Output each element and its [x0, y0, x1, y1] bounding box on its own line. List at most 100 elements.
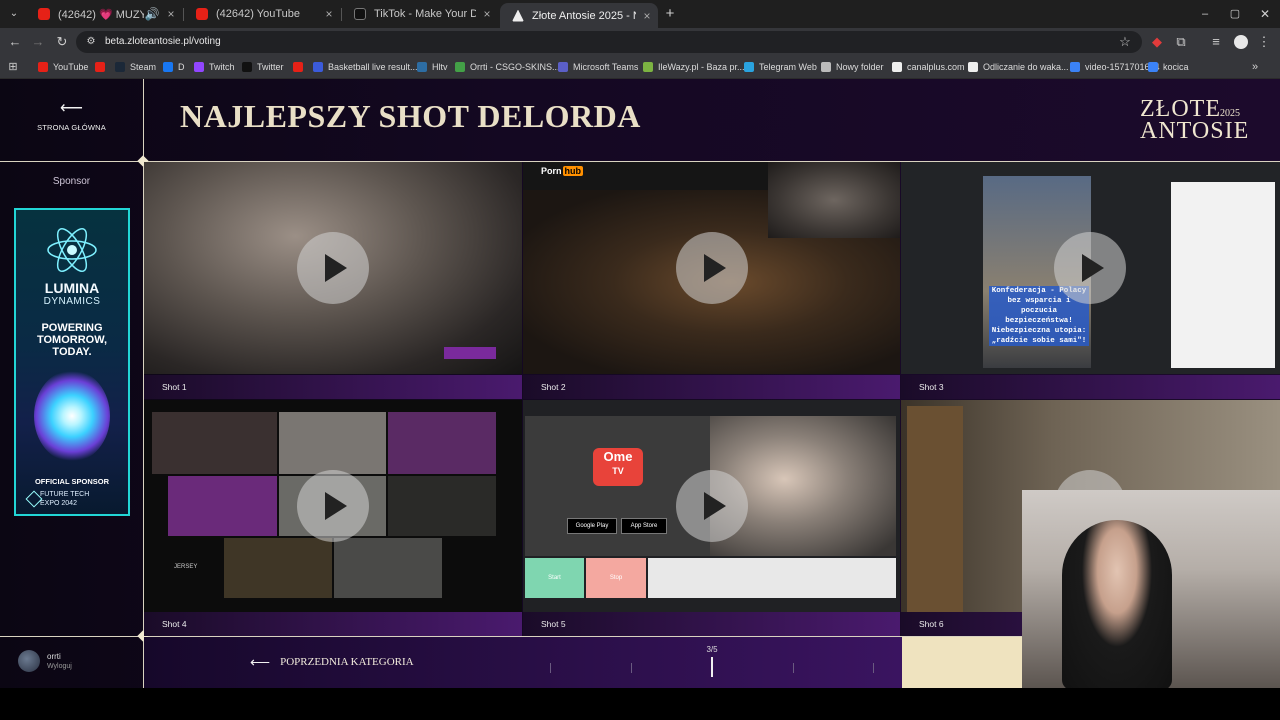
bookmark-label: D: [178, 62, 185, 72]
ad-expo-2: EXPO 2042: [40, 500, 77, 507]
shot-2-label[interactable]: Shot 2: [523, 375, 900, 399]
bookmark-item[interactable]: Twitch: [194, 56, 235, 78]
close-icon[interactable]: ×: [476, 7, 498, 21]
bookmark-item[interactable]: canalplus.com: [892, 56, 965, 78]
webcam-person: [1062, 520, 1172, 688]
progress-marker: [711, 657, 713, 677]
video-icon: [1070, 62, 1080, 72]
app-store-badge: App Store: [621, 518, 667, 534]
webcam-tile: [279, 412, 386, 474]
media-controls-icon[interactable]: ≡: [1207, 28, 1225, 56]
extensions-puzzle-icon[interactable]: ⧉: [1172, 28, 1190, 56]
bookmark-item[interactable]: [293, 56, 308, 78]
tab-search-icon[interactable]: ⌄: [4, 0, 24, 28]
play-icon[interactable]: [676, 470, 748, 542]
close-icon[interactable]: ×: [160, 7, 182, 21]
play-icon[interactable]: [297, 470, 369, 542]
arrow-left-icon: ⟵: [250, 653, 271, 670]
shot-thumb-detail: [444, 347, 496, 359]
more-bookmarks-icon[interactable]: »: [1248, 56, 1262, 78]
minimize-icon[interactable]: –: [1190, 0, 1220, 28]
progress-tick: [550, 663, 551, 673]
shot-5-label[interactable]: Shot 5: [523, 612, 900, 636]
profile-avatar[interactable]: [1234, 35, 1248, 49]
shot2-brand-porn: Porn: [541, 166, 562, 176]
home-link[interactable]: ⟵ STRONA GŁÓWNA: [0, 100, 143, 145]
bookmark-label: kocica: [1163, 62, 1189, 72]
reload-icon[interactable]: ↻: [51, 28, 73, 56]
bookmark-star-icon[interactable]: ☆: [1116, 28, 1134, 56]
youtube-icon: [38, 62, 48, 72]
bookmark-item[interactable]: Telegram Web: [744, 56, 817, 78]
tab-1[interactable]: (42642) 💗 MUZYKA N 🔊 ×: [26, 0, 182, 28]
shot-3-video[interactable]: Konfederacja - Polacy bez wsparcia i poc…: [901, 162, 1280, 374]
webcam-tile: [224, 538, 332, 598]
csgo-skins-icon: [455, 62, 465, 72]
tab-4-active[interactable]: Złote Antosie 2025 - Największ ×: [500, 3, 658, 28]
shot-1-video[interactable]: [144, 162, 522, 374]
apps-grid-icon[interactable]: ⊞: [6, 56, 20, 78]
shot-3-label[interactable]: Shot 3: [901, 375, 1280, 399]
webcam-overlay: [768, 162, 900, 238]
bookmark-item[interactable]: IleWazy.pl - Baza pr...: [643, 56, 745, 78]
bookmark-item[interactable]: video-1571701694: [1070, 56, 1160, 78]
close-icon[interactable]: ×: [636, 9, 658, 23]
close-icon[interactable]: ×: [318, 7, 340, 21]
ad-expo-1: FUTURE TECH: [40, 491, 90, 498]
bookmark-item[interactable]: kocica: [1148, 56, 1189, 78]
bookmark-item[interactable]: Odliczanie do waka...: [968, 56, 1069, 78]
shot2-brand: Porn hub: [541, 166, 584, 176]
shot-4-video[interactable]: JERSEY: [144, 400, 522, 612]
shot-4-label[interactable]: Shot 4: [144, 612, 522, 636]
shot-5-video[interactable]: Ome TV Google Play App Store Start Stop: [523, 400, 900, 612]
webcam-tile: [152, 412, 277, 474]
bookmark-item[interactable]: Orrti - CSGO-SKINS...: [455, 56, 560, 78]
bookmark-item[interactable]: YouTube: [38, 56, 88, 78]
prev-category-link[interactable]: ⟵ POPRZEDNIA KATEGORIA: [250, 652, 414, 672]
atom-logo-icon: [46, 224, 98, 276]
ad-tagline: POWERING TOMORROW, TODAY.: [36, 322, 108, 358]
bookmark-label: Orrti - CSGO-SKINS...: [470, 62, 560, 72]
bookmark-item[interactable]: D: [163, 56, 185, 78]
ad-official: OFFICIAL SPONSOR: [34, 477, 110, 486]
youtube-icon: [293, 62, 303, 72]
ome-start-button: Start: [525, 558, 584, 598]
bookmark-item[interactable]: Basketball live result...: [313, 56, 418, 78]
logout-link[interactable]: Wyloguj: [47, 663, 72, 670]
bookmark-item[interactable]: Nowy folder: [821, 56, 884, 78]
user-avatar[interactable]: [18, 650, 40, 672]
bookmark-label: Nowy folder: [836, 62, 884, 72]
shot-1-label[interactable]: Shot 1: [144, 375, 522, 399]
forward-icon[interactable]: →: [27, 28, 49, 56]
ome-logo-text2: TV: [612, 466, 624, 476]
shot-2-video[interactable]: Porn hub: [523, 162, 900, 374]
back-icon[interactable]: ←: [4, 28, 26, 56]
site-logo[interactable]: ZŁOTE 2025 ANTOSIE: [1136, 96, 1256, 148]
sponsor-ad-banner[interactable]: LUMINA DYNAMICS POWERING TOMORROW, TODAY…: [14, 208, 130, 516]
bookmark-item[interactable]: [95, 56, 110, 78]
bookmark-label: Microsoft Teams: [573, 62, 639, 72]
shot4-jersey: JERSEY: [174, 564, 198, 570]
address-bar[interactable]: [76, 31, 1142, 53]
new-tab-icon[interactable]: +: [660, 0, 680, 28]
menu-dots-icon[interactable]: ⋮: [1256, 28, 1272, 56]
extension-red-icon[interactable]: ◆: [1148, 28, 1166, 56]
tiktok-icon: [354, 8, 366, 20]
site-favicon: [512, 9, 524, 22]
play-icon[interactable]: [1054, 232, 1126, 304]
maximize-icon[interactable]: ▢: [1220, 0, 1250, 28]
bookmark-item[interactable]: Steam: [115, 56, 156, 78]
play-icon[interactable]: [676, 232, 748, 304]
play-icon[interactable]: [297, 232, 369, 304]
audio-icon[interactable]: 🔊: [144, 7, 160, 21]
bookmark-label: Odliczanie do waka...: [983, 62, 1069, 72]
bookmark-item[interactable]: Twitter: [242, 56, 284, 78]
tab-2[interactable]: (42642) YouTube ×: [184, 0, 340, 28]
bookmark-item[interactable]: Hltv: [417, 56, 448, 78]
tab-3[interactable]: TikTok - Make Your Day ×: [342, 0, 498, 28]
ilewazy-icon: [643, 62, 653, 72]
webcam-tile: [168, 476, 277, 536]
bookmark-item[interactable]: Microsoft Teams: [558, 56, 638, 78]
site-info-icon[interactable]: ⚙: [84, 28, 98, 56]
window-close-icon[interactable]: ✕: [1250, 0, 1280, 28]
